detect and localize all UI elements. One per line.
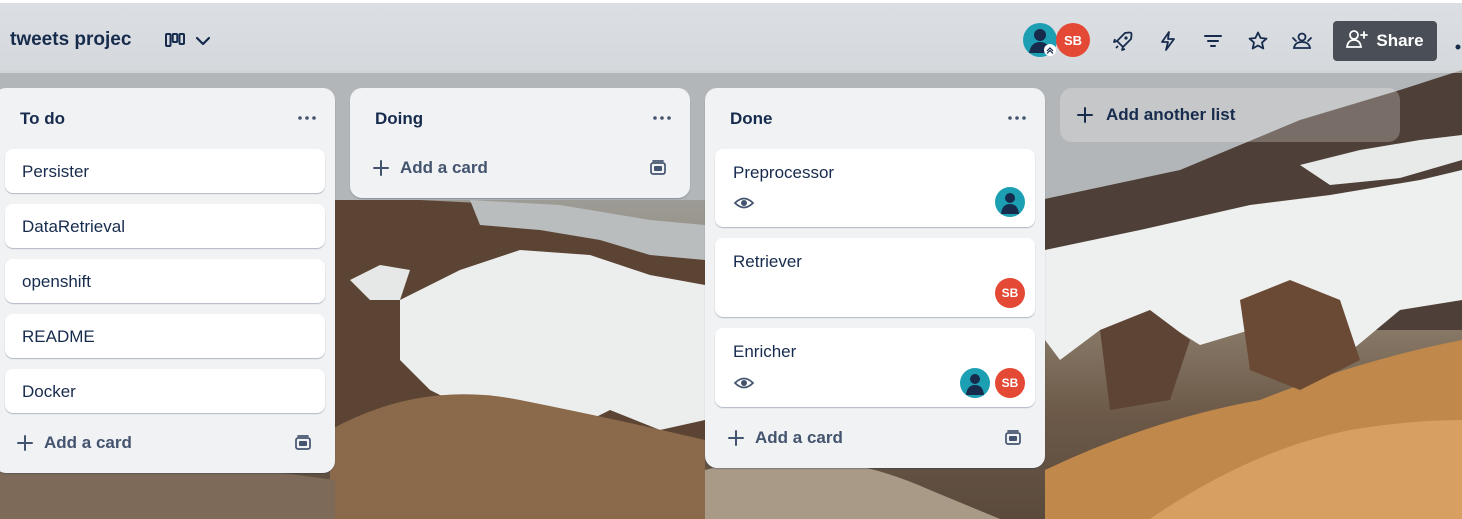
card-title: Retriever: [733, 252, 802, 271]
plus-icon: [17, 435, 33, 451]
eye-icon: [733, 377, 755, 389]
member-avatar-person[interactable]: [1023, 23, 1057, 57]
view-icon: [165, 32, 185, 52]
card-enricher[interactable]: Enricher SB: [715, 328, 1035, 407]
chevron-down-icon: [195, 33, 211, 51]
avatar-initials: SB: [1063, 32, 1083, 48]
eye-icon: [733, 197, 755, 209]
card-member-avatar[interactable]: [995, 187, 1025, 217]
list-menu-icon[interactable]: [652, 110, 672, 126]
list-doing: Doing Add a card: [350, 88, 690, 198]
more-icon[interactable]: [1454, 38, 1462, 50]
plus-icon: [373, 160, 389, 176]
card-member-avatar[interactable]: SB: [995, 368, 1025, 398]
list-title[interactable]: Done: [730, 109, 773, 129]
card-title: DataRetrieval: [22, 217, 125, 236]
card-template-icon[interactable]: [648, 158, 668, 178]
add-member-icon: [1346, 29, 1369, 54]
card-member-avatar[interactable]: SB: [995, 278, 1025, 308]
plus-icon: [1077, 107, 1093, 123]
list-menu-icon[interactable]: [1007, 110, 1027, 126]
add-card-label: Add a card: [400, 158, 488, 177]
card-preprocessor[interactable]: Preprocessor: [715, 149, 1035, 227]
visibility-icon[interactable]: [1290, 29, 1314, 53]
card-template-icon[interactable]: [293, 433, 313, 453]
plus-icon: [728, 430, 744, 446]
board-title[interactable]: tweets projec: [10, 29, 131, 51]
card-title: Persister: [22, 162, 90, 181]
card-template-icon[interactable]: [1003, 428, 1023, 448]
card-title: Preprocessor: [733, 163, 835, 182]
list-done: Done Preprocessor Retriever SB Enricher …: [705, 88, 1045, 468]
person-icon: [1029, 29, 1056, 56]
share-label: Share: [1376, 31, 1424, 50]
automation-icon[interactable]: [1156, 29, 1180, 53]
add-card-label: Add a card: [44, 433, 132, 452]
person-icon: [966, 374, 984, 395]
add-list-label: Add another list: [1106, 105, 1236, 124]
add-card-button[interactable]: Add a card: [12, 427, 317, 459]
list-to-do: To do Persister DataRetrieval openshift …: [0, 88, 335, 473]
member-avatar-sb[interactable]: SB: [1056, 23, 1090, 57]
person-icon: [1001, 193, 1019, 214]
view-switcher-button[interactable]: [160, 29, 222, 55]
list-menu-icon[interactable]: [297, 110, 317, 126]
card-openshift[interactable]: openshift: [5, 259, 325, 303]
card-member-avatar[interactable]: [960, 368, 990, 398]
add-card-button[interactable]: Add a card: [368, 152, 672, 184]
add-card-button[interactable]: Add a card: [723, 422, 1027, 454]
card-title: Docker: [22, 382, 76, 401]
filter-icon[interactable]: [1201, 29, 1225, 53]
avatar-initials: SB: [1001, 286, 1019, 300]
card-dataretrieval[interactable]: DataRetrieval: [5, 204, 325, 248]
card-title: openshift: [22, 272, 91, 291]
list-title[interactable]: Doing: [375, 109, 423, 129]
card-readme[interactable]: README: [5, 314, 325, 358]
board-header: tweets projec SB Share: [0, 0, 1462, 73]
add-card-label: Add a card: [755, 428, 843, 447]
card-docker[interactable]: Docker: [5, 369, 325, 413]
card-title: Enricher: [733, 342, 797, 361]
share-button[interactable]: Share: [1333, 21, 1437, 61]
avatar-initials: SB: [1001, 376, 1019, 390]
card-title: README: [22, 327, 95, 346]
list-title[interactable]: To do: [20, 109, 65, 129]
star-icon[interactable]: [1246, 29, 1270, 53]
card-persister[interactable]: Persister: [5, 149, 325, 193]
add-list-button[interactable]: Add another list: [1060, 88, 1400, 142]
power-ups-icon[interactable]: [1111, 29, 1135, 53]
card-retriever[interactable]: Retriever SB: [715, 238, 1035, 317]
